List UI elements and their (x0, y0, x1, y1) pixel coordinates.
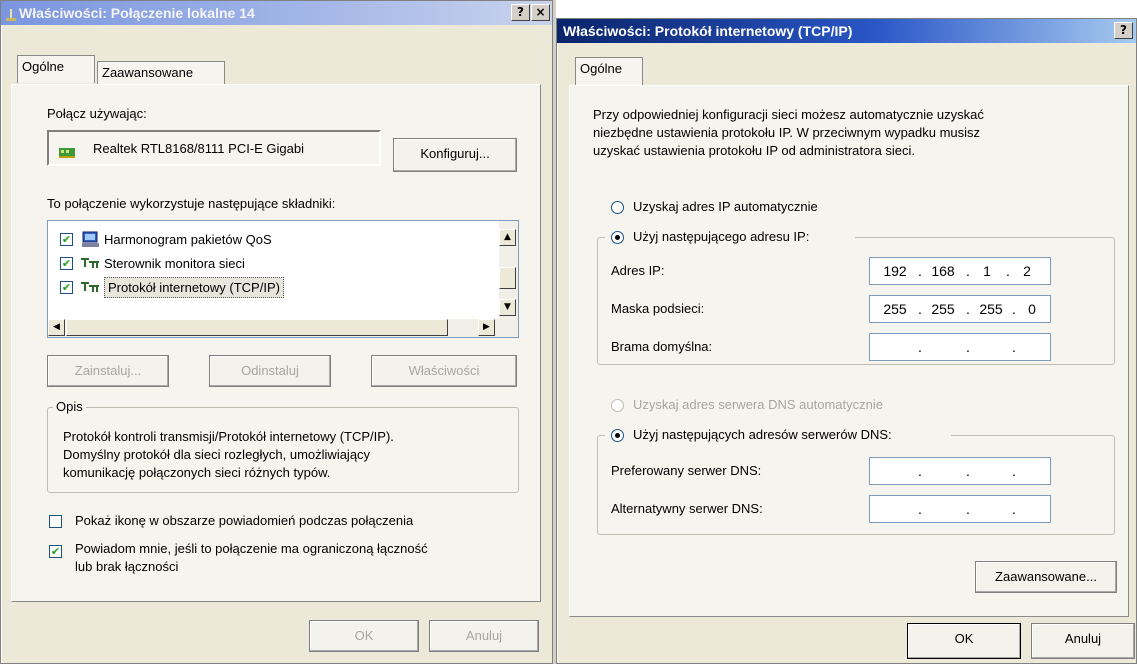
ip-octet: 168 (931, 263, 955, 279)
use-ip-label: Użyj następującego adresu IP: (633, 229, 810, 244)
left-ok-button[interactable]: OK (309, 620, 419, 652)
adapter-field: Realtek RTL8168/8111 PCI-E Gigabi (47, 130, 381, 166)
scroll-thumb[interactable] (499, 267, 516, 289)
use-dns-label: Użyj następujących adresów serwerów DNS: (633, 427, 892, 442)
use-ip-radio[interactable] (611, 231, 624, 244)
notify-checkbox[interactable]: ✔ (49, 545, 62, 558)
scroll-up-icon[interactable]: ▲ (499, 229, 516, 246)
description-line-2: Domyślny protokół dla sieci rozległych, … (63, 447, 371, 462)
install-button[interactable]: Zainstaluj... (47, 355, 169, 387)
left-cancel-button[interactable]: Anuluj (429, 620, 539, 652)
tab-advanced[interactable]: Zaawansowane (97, 61, 225, 85)
component-checkbox[interactable]: ✔ (60, 233, 73, 246)
scroll-right-icon[interactable]: ▶ (478, 319, 495, 336)
description-line-3: komunikację połączonych sieci różnych ty… (63, 465, 331, 480)
ip-octet: 255 (883, 301, 907, 317)
network-card-icon (59, 141, 77, 167)
properties-button[interactable]: Właściwości (371, 355, 517, 387)
adapter-name: Realtek RTL8168/8111 PCI-E Gigabi (93, 141, 305, 156)
ip-octet: 192 (883, 263, 907, 279)
tab-general[interactable]: Ogólne (575, 57, 643, 85)
intro-line-1: Przy odpowiedniej konfiguracji sieci moż… (593, 107, 984, 122)
left-dialog: Właściwości: Połączenie lokalne 14 ? × O… (0, 0, 553, 664)
scheduler-icon (82, 231, 100, 251)
configure-button[interactable]: Konfiguruj... (393, 138, 517, 172)
component-checkbox[interactable]: ✔ (60, 257, 73, 270)
scroll-thumb-h[interactable] (66, 319, 448, 336)
auto-dns-radio[interactable] (611, 399, 624, 412)
network-protocol-icon (80, 257, 100, 272)
gateway-field[interactable]: . . . (869, 333, 1051, 361)
right-help-button[interactable]: ? (1114, 22, 1133, 39)
uninstall-button[interactable]: Odinstaluj (209, 355, 331, 387)
left-dialog-title: Właściwości: Połączenie lokalne 14 (19, 5, 255, 21)
right-cancel-button[interactable]: Anuluj (1031, 623, 1135, 659)
horizontal-scrollbar[interactable]: ◀ ▶ (48, 319, 518, 337)
description-legend: Opis (53, 399, 86, 414)
list-item[interactable]: ✔ Sterownik monitora sieci (48, 253, 488, 275)
right-dialog-title: Właściwości: Protokół internetowy (TCP/I… (563, 23, 853, 39)
intro-line-3: uzyskać ustawienia protokołu IP od admin… (593, 143, 916, 158)
preferred-dns-label: Preferowany serwer DNS: (611, 463, 762, 478)
list-item[interactable]: ✔ Harmonogram pakietów QoS (48, 229, 488, 251)
scroll-left-icon[interactable]: ◀ (48, 319, 65, 336)
background-window-strip (553, 0, 556, 664)
advanced-button[interactable]: Zaawansowane... (975, 561, 1117, 593)
use-dns-radio[interactable] (611, 429, 624, 442)
preferred-dns-field[interactable]: . . . (869, 457, 1051, 485)
notify-label-1: Powiadom mnie, jeśli to połączenie ma og… (75, 541, 428, 556)
right-dialog: Właściwości: Protokół internetowy (TCP/I… (556, 18, 1137, 664)
notify-label-2: lub brak łączności (75, 559, 179, 574)
list-item[interactable]: ✔ Protokół internetowy (TCP/IP) (48, 277, 488, 299)
ip-address-label: Adres IP: (611, 263, 665, 278)
scroll-down-icon[interactable]: ▼ (499, 299, 516, 316)
ip-octet: 1 (983, 263, 991, 279)
auto-ip-radio[interactable] (611, 201, 624, 214)
description-line-1: Protokół kontroli transmisji/Protokół in… (63, 429, 394, 444)
network-protocol-icon (80, 281, 100, 296)
component-label: Harmonogram pakietów QoS (104, 232, 272, 247)
components-list[interactable]: ✔ Harmonogram pakietów QoS ✔ Sterownik m… (47, 220, 519, 338)
connect-using-label: Połącz używając: (47, 106, 147, 121)
right-dialog-titlebar[interactable]: Właściwości: Protokół internetowy (TCP/I… (557, 19, 1136, 43)
auto-ip-label: Uzyskaj adres IP automatycznie (633, 199, 818, 214)
alternate-dns-label: Alternatywny serwer DNS: (611, 501, 763, 516)
subnet-label: Maska podsieci: (611, 301, 705, 316)
auto-dns-label: Uzyskaj adres serwera DNS automatycznie (633, 397, 883, 412)
components-label: To połączenie wykorzystuje następujące s… (47, 196, 336, 211)
intro-line-2: niezbędne ustawienia protokołu IP. W prz… (593, 125, 981, 140)
right-ok-button[interactable]: OK (907, 623, 1021, 659)
ip-octet: 255 (931, 301, 955, 317)
subnet-field[interactable]: 255 . 255 . 255 . 0 (869, 295, 1051, 323)
gateway-label: Brama domyślna: (611, 339, 713, 354)
ip-octet: 255 (979, 301, 1003, 317)
network-connection-icon (5, 6, 17, 21)
left-dialog-titlebar[interactable]: Właściwości: Połączenie lokalne 14 (1, 1, 552, 25)
left-help-button[interactable]: ? (511, 4, 530, 21)
show-icon-label: Pokaż ikonę w obszarze powiadomień podcz… (75, 513, 414, 528)
show-icon-checkbox[interactable] (49, 515, 62, 528)
ip-octet: 2 (1023, 263, 1031, 279)
tab-general[interactable]: Ogólne (17, 55, 95, 83)
component-label: Protokół internetowy (TCP/IP) (104, 277, 284, 298)
left-close-button[interactable]: × (531, 4, 550, 21)
component-label: Sterownik monitora sieci (104, 256, 245, 271)
component-checkbox[interactable]: ✔ (60, 281, 73, 294)
ip-address-field[interactable]: 192 . 168 . 1 . 2 (869, 257, 1051, 285)
vertical-scrollbar[interactable]: ▲ ▼ (499, 221, 518, 319)
alternate-dns-field[interactable]: . . . (869, 495, 1051, 523)
ip-octet: 0 (1028, 301, 1036, 317)
